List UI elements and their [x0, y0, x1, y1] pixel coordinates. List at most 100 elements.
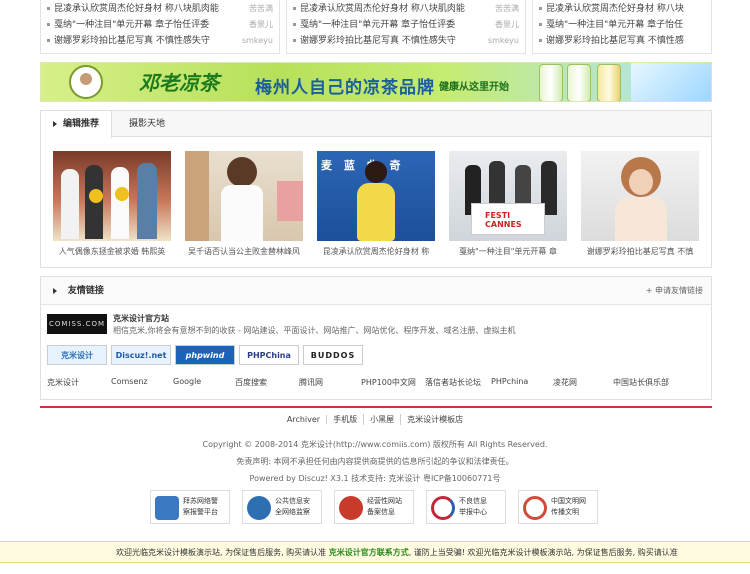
- footer-disclaimer: 免责声明: 本网不承担任何由内容提供商提供的信息所引起的争议和法律责任。: [236, 457, 514, 466]
- photo-thumbnail[interactable]: [53, 151, 171, 241]
- news-link[interactable]: 戛纳"一种注目"单元开幕 章子怡任: [546, 20, 683, 30]
- news-link[interactable]: 戛纳"一种注目"单元开幕 章子怡任评委: [300, 20, 455, 30]
- badge-network-security[interactable]: 公共信息安 全网络监察: [242, 490, 322, 524]
- report-center-icon: [431, 496, 455, 520]
- news-author[interactable]: 苦苦满: [249, 2, 273, 16]
- text-link[interactable]: 落信者站长论坛: [425, 377, 481, 388]
- text-link[interactable]: 中国站长俱乐部: [613, 377, 669, 388]
- footer-link-template-store[interactable]: 克米设计模板店: [401, 414, 469, 425]
- friend-logo-discuz[interactable]: Discuz!.net: [111, 345, 171, 365]
- news-author[interactable]: 香景儿: [249, 18, 273, 32]
- text-link[interactable]: Google: [173, 377, 201, 386]
- photo-card[interactable]: 吴千语否认当公主败金替林峰风: [185, 151, 303, 258]
- list-item[interactable]: 戛纳"一种注目"单元开幕 章子怡任评委 香景儿: [47, 18, 279, 32]
- bullet-icon: [47, 23, 50, 26]
- text-link[interactable]: 凌花网: [553, 377, 577, 388]
- police-badge-icon: [155, 496, 179, 520]
- footer-link-mobile[interactable]: 手机版: [327, 414, 365, 425]
- tea-can-icon: [567, 64, 591, 101]
- list-item[interactable]: 戛纳"一种注目"单元开幕 章子怡任: [539, 18, 711, 32]
- tab-photography[interactable]: 摄影天地: [117, 111, 177, 137]
- footer-link-blackroom[interactable]: 小黑屋: [364, 414, 402, 425]
- photo-caption[interactable]: 戛纳"一种注目"单元开幕 章: [449, 246, 567, 258]
- badge-site-registration[interactable]: 经营性网站 备案信息: [334, 490, 414, 524]
- ice-cubes-decoration: [631, 63, 711, 101]
- top-news-lists: 昆凌承认欣赏周杰伦好身材 称八块肌肉能 苦苦满 戛纳"一种注目"单元开幕 章子怡任…: [40, 0, 712, 54]
- photo-caption[interactable]: 昆凌承认欣赏周杰伦好身材 称: [317, 246, 435, 258]
- news-link[interactable]: 昆凌承认欣赏周杰伦好身材 称八块肌肉能: [300, 4, 465, 14]
- list-item[interactable]: 谢娜罗彩玲拍比基尼写真 不慎性感: [539, 34, 711, 48]
- featured-friend-desc: 相信克米,你将会有意想不到的收获 - 网站建设、平面设计、网站推广、网站优化、程…: [113, 326, 516, 335]
- photo-caption[interactable]: 谢娜罗彩玲拍比基尼写真 不慎: [581, 246, 699, 258]
- news-column-1: 昆凌承认欣赏周杰伦好身材 称八块肌肉能 苦苦满 戛纳"一种注目"单元开幕 章子怡任…: [40, 0, 280, 54]
- photo-thumbnail[interactable]: FESTI CANNES: [449, 151, 567, 241]
- civilization-icon: [523, 496, 547, 520]
- photo-caption[interactable]: 人气偶像东拯金被求婚 韩熙英: [53, 246, 171, 258]
- text-link[interactable]: Comsenz: [111, 377, 148, 386]
- photo-thumbnail[interactable]: [581, 151, 699, 241]
- friend-logo-phpwind[interactable]: phpwind: [175, 345, 235, 365]
- list-item[interactable]: 谢娜罗彩玲拍比基尼写真 不慎性感失守 smkeyu: [293, 34, 525, 48]
- caret-right-icon: [53, 120, 57, 127]
- photo-thumbnail[interactable]: [185, 151, 303, 241]
- news-link[interactable]: 昆凌承认欣赏周杰伦好身材 称八块: [546, 4, 684, 14]
- photo-card[interactable]: FESTI CANNES 戛纳"一种注目"单元开幕 章: [449, 151, 567, 258]
- news-link[interactable]: 昆凌承认欣赏周杰伦好身材 称八块肌肉能: [54, 4, 219, 14]
- notice-contact-link[interactable]: 克米设计官方联系方式: [329, 548, 409, 557]
- text-link[interactable]: 腾讯网: [299, 377, 323, 388]
- caret-right-icon: [53, 287, 57, 294]
- badge-civilization-net[interactable]: 中国文明网 传播文明: [518, 490, 598, 524]
- text-link[interactable]: 百度搜索: [235, 377, 267, 388]
- tab-editor-picks[interactable]: 编辑推荐: [41, 111, 113, 138]
- bullet-icon: [293, 23, 296, 26]
- list-item[interactable]: 谢娜罗彩玲拍比基尼写真 不慎性感失守 smkeyu: [47, 34, 279, 48]
- friend-links-panel: 友情链接 + 申请友情链接 COMISS.COM 克米设计官方站 相信克米,你将…: [40, 276, 712, 400]
- list-item[interactable]: 昆凌承认欣赏周杰伦好身材 称八块肌肉能 苦苦满: [293, 2, 525, 16]
- list-item[interactable]: 戛纳"一种注目"单元开幕 章子怡任评委 香景儿: [293, 18, 525, 32]
- bullet-icon: [293, 39, 296, 42]
- badge-label: 不良信息 举报中心: [459, 497, 487, 516]
- badge-police-report[interactable]: 拜苏网络警 察报警平台: [150, 490, 230, 524]
- banner-subslogan: 健康从这里开始: [439, 82, 509, 93]
- news-link[interactable]: 谢娜罗彩玲拍比基尼写真 不慎性感失守: [54, 36, 210, 46]
- footer-copyright: Copyright © 2008-2014 克米设计(http://www.co…: [202, 440, 548, 449]
- friend-logo-buddos[interactable]: BUDDOS: [303, 345, 363, 365]
- photo-card[interactable]: 人气偶像东拯金被求婚 韩熙英: [53, 151, 171, 258]
- badge-label: 经营性网站 备案信息: [367, 497, 402, 516]
- certification-badges: 拜苏网络警 察报警平台 公共信息安 全网络监察 经营性网站 备案信息 不良信息 …: [150, 490, 610, 526]
- list-item[interactable]: 昆凌承认欣赏周杰伦好身材 称八块肌肉能 苦苦满: [47, 2, 279, 16]
- news-author[interactable]: 苦苦满: [495, 2, 519, 16]
- news-link[interactable]: 谢娜罗彩玲拍比基尼写真 不慎性感: [546, 36, 684, 46]
- friend-logo-phpchina[interactable]: PHPChina: [239, 345, 299, 365]
- text-link[interactable]: PHP100中文网: [361, 377, 416, 388]
- herbal-tea-banner-ad[interactable]: 邓老凉茶 梅州人自己的凉茶品牌 健康从这里开始: [40, 62, 712, 102]
- featured-friend-name[interactable]: 克米设计官方站: [113, 313, 169, 324]
- apply-friend-link[interactable]: + 申请友情链接: [646, 277, 703, 305]
- featured-photos-panel: 编辑推荐 摄影天地 人气偶像东拯金被求婚 韩熙英 吴千语否认当公主败金替林峰风: [40, 110, 712, 268]
- list-item[interactable]: 昆凌承认欣赏周杰伦好身材 称八块: [539, 2, 711, 16]
- photo-card[interactable]: 谢娜罗彩玲拍比基尼写真 不慎: [581, 151, 699, 258]
- bullet-icon: [539, 39, 542, 42]
- photo-caption[interactable]: 吴千语否认当公主败金替林峰风: [185, 246, 303, 258]
- footer-link-archiver[interactable]: Archiver: [281, 415, 328, 424]
- text-link[interactable]: PHPchina: [491, 377, 528, 386]
- tab-label: 编辑推荐: [63, 119, 100, 129]
- bullet-icon: [293, 7, 296, 10]
- news-column-2: 昆凌承认欣赏周杰伦好身材 称八块肌肉能 苦苦满 戛纳"一种注目"单元开幕 章子怡任…: [286, 0, 526, 54]
- badge-report-center[interactable]: 不良信息 举报中心: [426, 490, 506, 524]
- news-link[interactable]: 谢娜罗彩玲拍比基尼写真 不慎性感失守: [300, 36, 456, 46]
- news-author[interactable]: smkeyu: [488, 34, 519, 48]
- text-link[interactable]: 克米设计: [47, 377, 79, 388]
- news-author[interactable]: 香景儿: [495, 18, 519, 32]
- footer-nav: Archiver 手机版 小黑屋 克米设计模板店: [0, 414, 750, 425]
- photo-thumbnail[interactable]: 麦 蓝 曲 奇: [317, 151, 435, 241]
- badge-label: 中国文明网 传播文明: [551, 497, 586, 516]
- news-author[interactable]: smkeyu: [242, 34, 273, 48]
- photo-card[interactable]: 麦 蓝 曲 奇 昆凌承认欣赏周杰伦好身材 称: [317, 151, 435, 258]
- bullet-icon: [47, 7, 50, 10]
- featured-friend-logo[interactable]: COMISS.COM: [47, 314, 107, 334]
- photo-grid: 人气偶像东拯金被求婚 韩熙英 吴千语否认当公主败金替林峰风 麦 蓝 曲 奇 昆凌…: [53, 151, 703, 261]
- friend-logo-comiis[interactable]: 克米设计: [47, 345, 107, 365]
- friend-links-title: 友情链接: [67, 286, 104, 296]
- news-link[interactable]: 戛纳"一种注目"单元开幕 章子怡任评委: [54, 20, 209, 30]
